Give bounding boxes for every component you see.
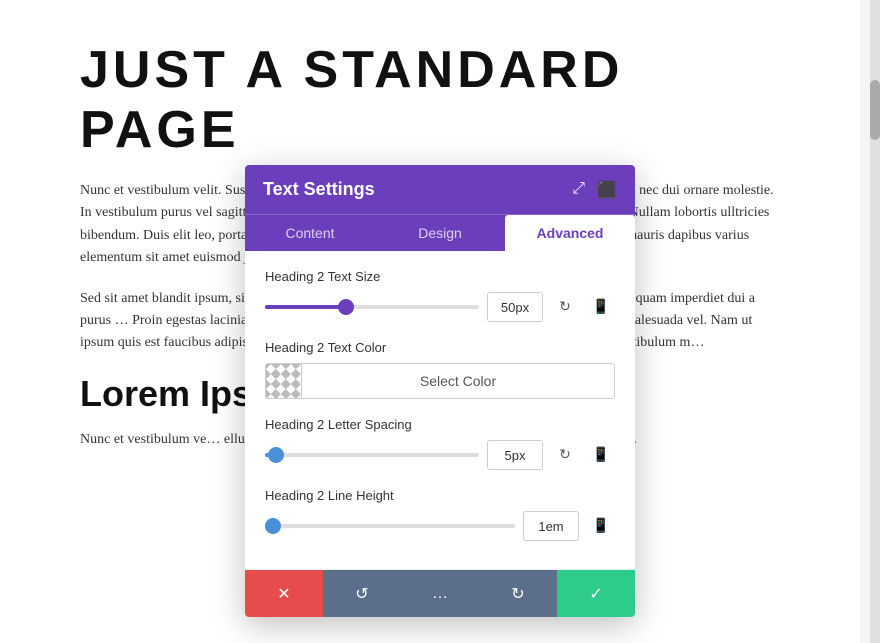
scrollbar[interactable]: [870, 0, 880, 643]
redo-button[interactable]: ↻: [479, 570, 557, 617]
letter-spacing-value: 5px: [487, 440, 543, 470]
letter-spacing-slider[interactable]: [265, 453, 479, 457]
text-color-label: Heading 2 Text Color: [265, 340, 615, 355]
panel-header: Text Settings ⤢ ⬛: [245, 165, 635, 214]
slider-fill-size: [265, 305, 346, 309]
color-select-control[interactable]: Select Color: [265, 363, 615, 399]
line-height-label: Heading 2 Line Height: [265, 488, 615, 503]
panel-tabs: Content Design Advanced: [245, 214, 635, 251]
grid-icon[interactable]: ⬛: [597, 180, 617, 200]
tab-content[interactable]: Content: [245, 215, 375, 251]
slider-thumb-size[interactable]: [338, 299, 354, 315]
tab-advanced[interactable]: Advanced: [505, 215, 635, 251]
scrollbar-thumb[interactable]: [870, 80, 880, 140]
panel-header-icons: ⤢ ⬛: [572, 180, 617, 200]
slider-thumb-lineheight[interactable]: [265, 518, 281, 534]
panel-body: Heading 2 Text Size 50px ↻ 📱 Heading 2 T…: [245, 251, 635, 569]
resize-icon[interactable]: ⤢: [572, 180, 585, 200]
slider-thumb-spacing[interactable]: [268, 447, 284, 463]
text-color-setting: Heading 2 Text Color Select Color: [265, 340, 615, 399]
text-size-reset[interactable]: ↻: [551, 293, 579, 321]
tab-design[interactable]: Design: [375, 215, 505, 251]
letter-spacing-device[interactable]: 📱: [587, 441, 615, 469]
undo-button[interactable]: ↺: [323, 570, 401, 617]
page-title: JUST A STANDARD PAGE: [80, 40, 780, 160]
text-size-device[interactable]: 📱: [587, 293, 615, 321]
panel-title: Text Settings: [263, 179, 375, 200]
panel-footer: ✕ ↺ … ↻ ✓: [245, 569, 635, 617]
color-checker-icon: [266, 364, 302, 398]
text-size-control: 50px ↻ 📱: [265, 292, 615, 322]
more-button[interactable]: …: [401, 570, 479, 617]
line-height-control: 1em 📱: [265, 511, 615, 541]
line-height-device[interactable]: 📱: [587, 512, 615, 540]
letter-spacing-reset[interactable]: ↻: [551, 441, 579, 469]
line-height-slider[interactable]: [265, 524, 515, 528]
cancel-button[interactable]: ✕: [245, 570, 323, 617]
text-size-slider[interactable]: [265, 305, 479, 309]
settings-panel: Text Settings ⤢ ⬛ Content Design Advance…: [245, 165, 635, 617]
text-size-value: 50px: [487, 292, 543, 322]
text-size-label: Heading 2 Text Size: [265, 269, 615, 284]
text-size-setting: Heading 2 Text Size 50px ↻ 📱: [265, 269, 615, 322]
letter-spacing-setting: Heading 2 Letter Spacing 5px ↻ 📱: [265, 417, 615, 470]
letter-spacing-label: Heading 2 Letter Spacing: [265, 417, 615, 432]
color-select-button[interactable]: Select Color: [302, 365, 614, 397]
letter-spacing-control: 5px ↻ 📱: [265, 440, 615, 470]
line-height-setting: Heading 2 Line Height 1em 📱: [265, 488, 615, 541]
confirm-button[interactable]: ✓: [557, 570, 635, 617]
line-height-value: 1em: [523, 511, 579, 541]
